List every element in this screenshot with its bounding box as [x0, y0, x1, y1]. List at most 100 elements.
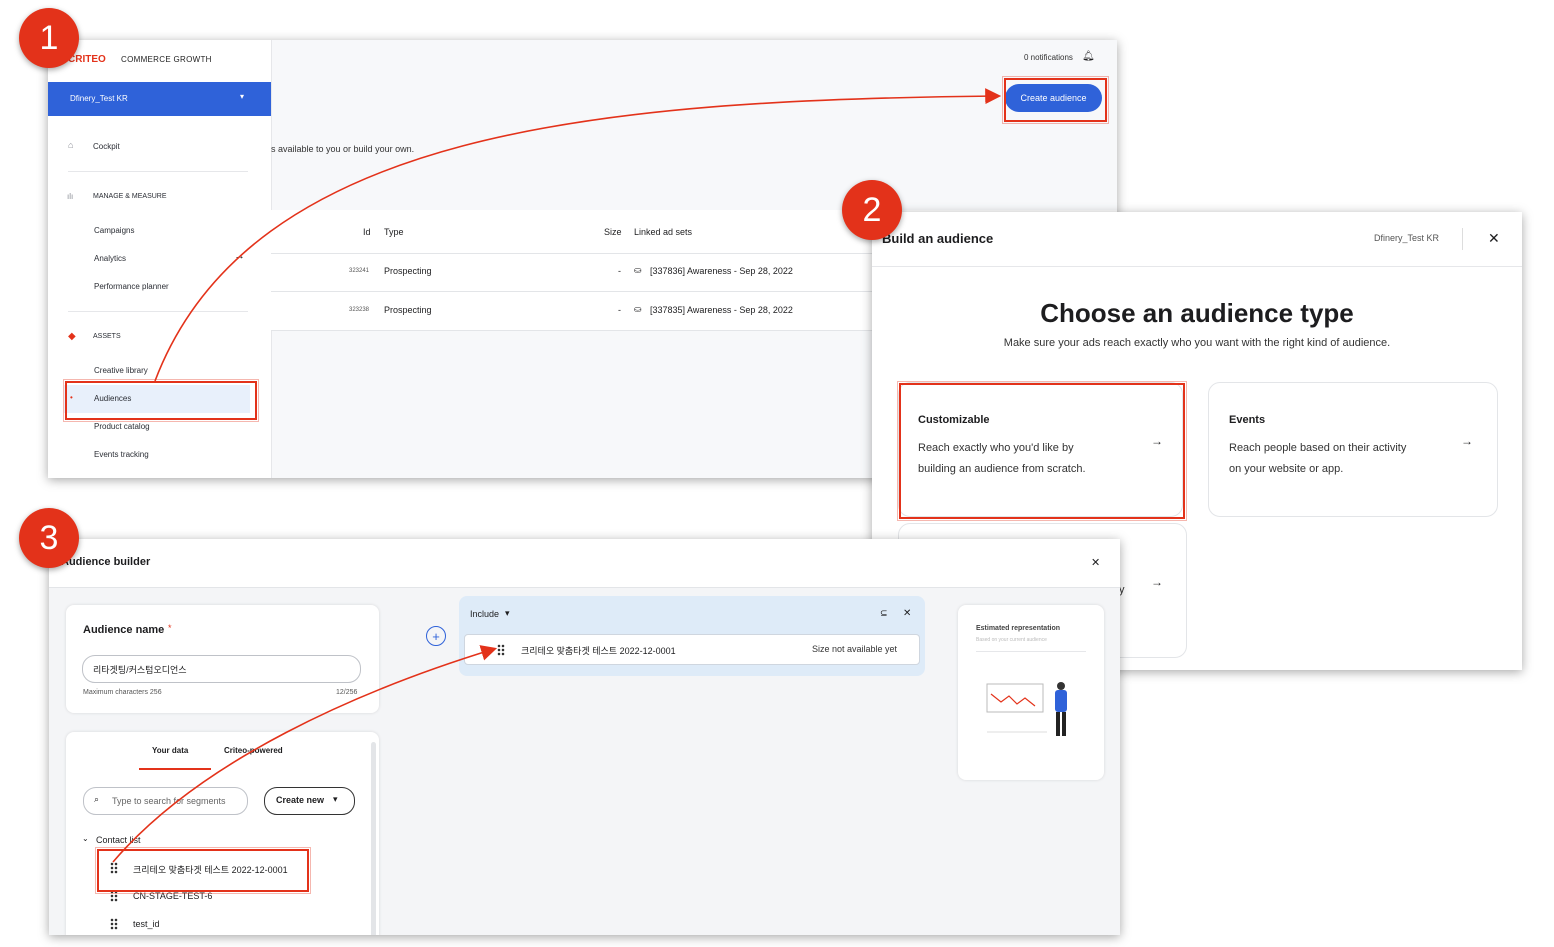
card-title: Events	[1229, 414, 1266, 426]
arrow-right-icon: →	[1151, 575, 1163, 589]
arrow-right-icon: →	[1461, 434, 1473, 448]
close-icon[interactable]: ✕	[1091, 556, 1100, 569]
nav-analytics[interactable]: Analytics	[94, 254, 126, 263]
card-title: Customizable	[918, 414, 990, 426]
segment-item[interactable]: CN-STAGE-TEST-6	[133, 891, 212, 901]
nav-audiences-active[interactable]	[64, 385, 250, 413]
dialog-title: Build an audience	[882, 231, 994, 246]
adset-icon: ⛀	[634, 304, 642, 314]
collapse-icon[interactable]: ⊆	[880, 608, 888, 619]
include-segment-row[interactable]: 크리테오 맞춤타겟 테스트 2022-12-0001 Size not avai…	[464, 634, 920, 665]
card-line: building an audience from scratch.	[918, 463, 1086, 475]
nav-performance-planner[interactable]: Performance planner	[94, 282, 169, 291]
include-group: Include ▾ ⊆ ✕ 크리테오 맞춤타겟 테스트 2022-12-0001…	[459, 596, 925, 676]
card-customizable[interactable]: Customizable Reach exactly who you'd lik…	[898, 382, 1183, 517]
layers-icon: ◆	[68, 331, 76, 342]
segment-item[interactable]: 크리테오 맞춤타겟 테스트 2022-12-0001	[133, 863, 288, 876]
nav-audiences[interactable]: Audiences	[94, 394, 131, 403]
choose-heading: Choose an audience type	[1040, 298, 1354, 328]
card-line: Reach people based on their activity	[1229, 442, 1407, 454]
row-size: -	[618, 305, 621, 315]
choose-subheading: Make sure your ads reach exactly who you…	[1003, 337, 1391, 349]
group-contact-list[interactable]: Contact list	[96, 835, 141, 845]
dialog-account: Dfinery_Test KR	[1374, 233, 1440, 243]
sidebar: CRITEO COMMERCE GROWTH Dfinery_Test KR ▾…	[48, 40, 272, 478]
row-linked[interactable]: [337836] Awareness - Sep 28, 2022	[650, 266, 793, 276]
nav-cockpit[interactable]: Cockpit	[93, 142, 120, 151]
col-type[interactable]: Type	[384, 227, 404, 237]
drag-handle-icon[interactable]	[110, 918, 118, 930]
search-placeholder: Type to search for segments	[112, 796, 226, 806]
close-icon[interactable]: ✕	[903, 608, 911, 619]
nav-events-tracking[interactable]: Events tracking	[94, 450, 149, 459]
builder-title: Audience builder	[61, 556, 151, 568]
row-type: Prospecting	[384, 305, 432, 315]
audience-name-input[interactable]: 리타겟팅/커스텀오디언스	[82, 655, 361, 683]
col-id[interactable]: Id	[363, 227, 371, 237]
row-id: 323241	[349, 268, 370, 274]
arrow-right-icon[interactable]: →	[234, 250, 245, 262]
adset-icon: ⛀	[634, 265, 642, 275]
step-badge: 1	[19, 8, 79, 68]
max-chars: Maximum characters 256	[83, 689, 162, 696]
required-mark: *	[168, 623, 172, 633]
create-new-button[interactable]: Create new ▾	[264, 787, 355, 815]
row-linked[interactable]: [337835] Awareness - Sep 28, 2022	[650, 305, 793, 315]
search-icon: ⌕	[94, 794, 100, 804]
active-dot-icon: •	[70, 393, 73, 402]
include-segment-name: 크리테오 맞춤타겟 테스트 2022-12-0001	[521, 646, 676, 656]
col-linked[interactable]: Linked ad sets	[634, 227, 692, 237]
scrollbar[interactable]	[371, 742, 376, 935]
product-name: COMMERCE GROWTH	[121, 55, 212, 64]
chevron-down-icon[interactable]: ▾	[505, 608, 510, 619]
home-icon: ⌂	[68, 140, 74, 150]
drag-handle-icon[interactable]	[110, 890, 118, 902]
measure-icon: ılı	[67, 192, 74, 201]
card-events[interactable]: Events Reach people based on their activ…	[1208, 382, 1498, 517]
col-size[interactable]: Size	[604, 227, 622, 237]
segment-item[interactable]: test_id	[133, 919, 160, 929]
audience-builder-screenshot: Audience builder ✕ Audience name * 리타겟팅/…	[49, 539, 1120, 935]
nav-section-assets: ASSETS	[93, 333, 121, 340]
include-label[interactable]: Include	[470, 609, 499, 619]
account-name: Dfinery_Test KR	[70, 94, 128, 103]
criteo-logo: CRITEO	[68, 54, 106, 65]
card-line: Reach exactly who you'd like by	[918, 442, 1074, 454]
row-size: -	[618, 266, 621, 276]
notifications-count[interactable]: 0 notifications	[1024, 53, 1073, 62]
tab-your-data[interactable]: Your data	[152, 746, 188, 755]
tab-criteo-powered[interactable]: Criteo-powered	[224, 746, 283, 755]
card-line: on your website or app.	[1229, 463, 1344, 475]
estimate-subtitle: Based on your current audience	[976, 637, 1047, 643]
name-label: Audience name	[83, 624, 165, 636]
nav-section-manage: MANAGE & MEASURE	[93, 193, 167, 200]
page-subtitle: s available to you or build your own.	[271, 144, 415, 154]
create-new-label: Create new	[276, 795, 325, 805]
chevron-down-icon[interactable]: ⌄	[82, 834, 89, 843]
account-selector[interactable]: Dfinery_Test KR ▾	[48, 82, 271, 116]
include-segment-size: Size not available yet	[812, 644, 898, 654]
audience-name-panel: Audience name * 리타겟팅/커스텀오디언스 Maximum cha…	[66, 605, 379, 713]
row-type: Prospecting	[384, 266, 432, 276]
add-group-icon[interactable]: +	[426, 626, 446, 646]
nav-campaigns[interactable]: Campaigns	[94, 226, 134, 235]
step-badge: 3	[19, 508, 79, 568]
estimate-title: Estimated representation	[976, 625, 1061, 632]
arrow-right-icon: →	[1151, 434, 1163, 448]
bell-icon[interactable]: 🔔︎	[1082, 51, 1095, 62]
create-audience-button[interactable]: Create audience	[1005, 84, 1102, 112]
chevron-down-icon: ▾	[333, 794, 338, 804]
drag-handle-icon[interactable]	[497, 644, 505, 656]
close-icon[interactable]: ✕	[1488, 230, 1500, 247]
nav-product-catalog[interactable]: Product catalog	[94, 422, 150, 431]
char-count: 12/256	[336, 689, 358, 696]
analyst-illustration-icon	[986, 682, 1067, 736]
estimate-panel: Estimated representation Based on your c…	[958, 605, 1104, 780]
segments-panel: Your data Criteo-powered ⌕ Type to searc…	[66, 732, 379, 935]
nav-creative-library[interactable]: Creative library	[94, 366, 148, 375]
step-badge: 2	[842, 180, 902, 240]
drag-handle-icon[interactable]	[110, 862, 118, 874]
segment-search-input[interactable]: ⌕ Type to search for segments	[83, 787, 248, 815]
row-id: 323238	[349, 307, 370, 313]
chevron-down-icon: ▾	[240, 92, 245, 101]
